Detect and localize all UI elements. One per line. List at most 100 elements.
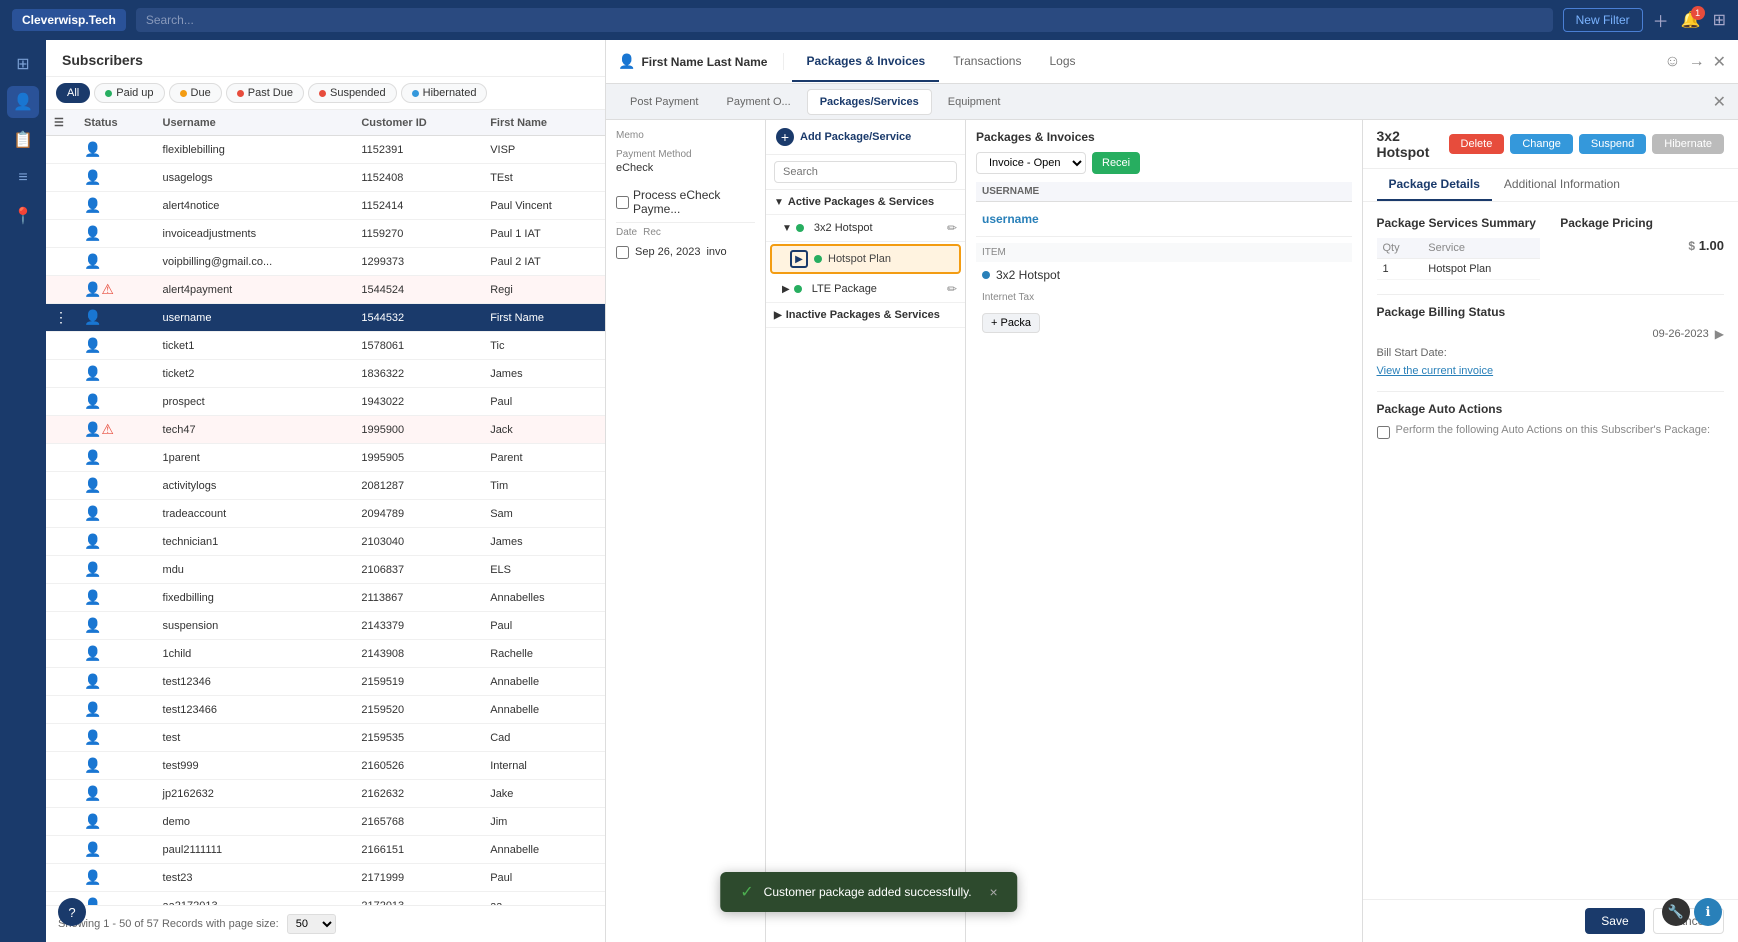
hotspot-edit-icon[interactable]: ✏ <box>947 221 957 235</box>
item-row: 3x2 Hotspot <box>976 262 1352 288</box>
table-row[interactable]: 👤fixedbilling2113867Annabelles <box>46 584 605 612</box>
filter-tab-all[interactable]: All <box>56 83 90 103</box>
grid-icon[interactable]: ⊞ <box>1713 10 1726 30</box>
subtab-payment-o[interactable]: Payment O... <box>714 90 802 114</box>
add-package-button[interactable]: + Add Package/Service <box>766 120 965 155</box>
toast-close-button[interactable]: × <box>990 884 998 900</box>
invoice-row-checkbox[interactable] <box>616 246 629 259</box>
help-button[interactable]: ? <box>58 898 86 926</box>
table-row[interactable]: 👤test123462159519Annabelle <box>46 668 605 696</box>
table-row[interactable]: 👤paul21111112166151Annabelle <box>46 836 605 864</box>
packages-tree: ▼ Active Packages & Services ▼ 3x2 Hotsp… <box>766 190 965 942</box>
tab-packages-invoices[interactable]: Packages & Invoices <box>792 42 939 82</box>
subtab-packages-services[interactable]: Packages/Services <box>807 89 932 115</box>
table-row[interactable]: 👤test2159535Cad <box>46 724 605 752</box>
table-row[interactable]: 👤1child2143908Rachelle <box>46 640 605 668</box>
table-row[interactable]: 👤mdu2106837ELS <box>46 556 605 584</box>
table-row[interactable]: 👤voipbilling@gmail.co...1299373Paul 2 IA… <box>46 248 605 276</box>
date-col: Date <box>616 227 637 238</box>
sidebar-icon-reports[interactable]: ≡ <box>7 162 39 194</box>
forward-icon[interactable]: → <box>1689 53 1705 71</box>
process-echeck-checkbox[interactable] <box>616 196 629 209</box>
tab-package-details[interactable]: Package Details <box>1377 169 1492 201</box>
hotspot-plan-item[interactable]: ▶ Hotspot Plan <box>770 244 961 274</box>
receive-button[interactable]: Recei <box>1092 152 1140 174</box>
summary-row: 1 Hotspot Plan <box>1377 259 1541 280</box>
view-invoice-link[interactable]: View the current invoice <box>1377 365 1494 377</box>
table-row[interactable]: 👤1parent1995905Parent <box>46 444 605 472</box>
wrench-button[interactable]: 🔧 <box>1662 898 1690 926</box>
packages-panel: + Add Package/Service ▼ Active Packages … <box>766 120 966 942</box>
new-filter-button[interactable]: New Filter <box>1563 8 1643 32</box>
hibernate-button[interactable]: Hibernate <box>1652 134 1724 154</box>
table-row[interactable]: 👤technician12103040James <box>46 528 605 556</box>
table-row[interactable]: 👤suspension2143379Paul <box>46 612 605 640</box>
table-row[interactable]: 👤test1234662159520Annabelle <box>46 696 605 724</box>
sidebar-icon-billing[interactable]: 📋 <box>7 124 39 156</box>
auto-actions-section: Package Auto Actions Perform the followi… <box>1377 391 1725 439</box>
table-row[interactable]: 👤test9992160526Internal <box>46 752 605 780</box>
table-row[interactable]: 👤alert4notice1152414Paul Vincent <box>46 192 605 220</box>
table-row[interactable]: 👤⚠alert4payment1544524Regi <box>46 276 605 304</box>
lte-chevron: ▶ <box>782 284 790 295</box>
table-row[interactable]: 👤ticket11578061Tic <box>46 332 605 360</box>
table-row[interactable]: 👤jp21626322162632Jake <box>46 780 605 808</box>
invoice-filter-dropdown[interactable]: Invoice - Open <box>976 152 1086 174</box>
filter-tab-past-due[interactable]: Past Due <box>226 83 304 103</box>
row-menu-icon[interactable]: ⋮ <box>54 309 68 325</box>
username-cell: mdu <box>155 556 354 584</box>
subtab-equipment[interactable]: Equipment <box>936 90 1013 114</box>
filter-tab-paid[interactable]: Paid up <box>94 83 164 103</box>
username-cell: test999 <box>155 752 354 780</box>
lte-edit-icon[interactable]: ✏ <box>947 282 957 296</box>
qty-col-header: Qty <box>1377 238 1423 259</box>
table-row[interactable]: 👤aa21720132172013aa <box>46 892 605 906</box>
filter-tab-due[interactable]: Due <box>169 83 222 103</box>
save-button[interactable]: Save <box>1585 908 1644 934</box>
lte-package-header[interactable]: ▶ LTE Package ✏ <box>766 276 965 303</box>
table-row[interactable]: ⋮👤username1544532First Name <box>46 304 605 332</box>
table-row[interactable]: 👤activitylogs2081287Tim <box>46 472 605 500</box>
col-customer-id: Customer ID <box>353 110 482 136</box>
add-package-small-button[interactable]: + Packa <box>982 313 1040 333</box>
filter-tab-suspended[interactable]: Suspended <box>308 83 397 103</box>
tab-additional-info[interactable]: Additional Information <box>1492 169 1632 201</box>
customer-id-cell: 2081287 <box>353 472 482 500</box>
package-details-header: 3x2 Hotspot Delete Change Suspend Hibern… <box>1363 120 1738 169</box>
tab-logs[interactable]: Logs <box>1035 42 1089 82</box>
hotspot-package-header[interactable]: ▼ 3x2 Hotspot ✏ <box>766 215 965 242</box>
auto-action-checkbox[interactable] <box>1377 426 1390 439</box>
package-search-input[interactable] <box>774 161 957 183</box>
first-name-cell: VISP <box>482 136 605 164</box>
table-row[interactable]: 👤test232171999Paul <box>46 864 605 892</box>
notification-icon[interactable]: 🔔 1 <box>1681 10 1701 30</box>
filter-tab-hibernated[interactable]: Hibernated <box>401 83 488 103</box>
tab-transactions[interactable]: Transactions <box>939 42 1035 82</box>
search-input[interactable] <box>136 8 1553 32</box>
page-size-select[interactable]: 50 100 25 <box>287 914 336 934</box>
table-row[interactable]: 👤prospect1943022Paul <box>46 388 605 416</box>
inactive-packages-section-header[interactable]: ▶ Inactive Packages & Services <box>766 303 965 328</box>
sidebar-icon-dashboard[interactable]: ⊞ <box>7 48 39 80</box>
table-row[interactable]: 👤⚠tech471995900Jack <box>46 416 605 444</box>
close-detail-icon[interactable]: ✕ <box>1713 52 1726 72</box>
table-row[interactable]: 👤demo2165768Jim <box>46 808 605 836</box>
subtab-post-payment[interactable]: Post Payment <box>618 90 710 114</box>
info-circle-button[interactable]: ℹ <box>1694 898 1722 926</box>
sidebar-icon-subscribers[interactable]: 👤 <box>7 86 39 118</box>
table-row[interactable]: 👤flexiblebilling1152391VISP <box>46 136 605 164</box>
table-row[interactable]: 👤usagelogs1152408TEst <box>46 164 605 192</box>
pkg-action-buttons: Delete Change Suspend Hibernate <box>1449 134 1724 154</box>
table-row[interactable]: 👤ticket21836322James <box>46 360 605 388</box>
add-icon[interactable]: ＋ <box>1653 8 1669 32</box>
active-packages-section-header[interactable]: ▼ Active Packages & Services <box>766 190 965 215</box>
invoice-desc: invo <box>706 246 726 259</box>
change-button[interactable]: Change <box>1510 134 1573 154</box>
delete-button[interactable]: Delete <box>1449 134 1505 154</box>
suspend-button[interactable]: Suspend <box>1579 134 1646 154</box>
smiley-icon[interactable]: ☺ <box>1664 53 1680 71</box>
table-row[interactable]: 👤tradeaccount2094789Sam <box>46 500 605 528</box>
table-row[interactable]: 👤invoiceadjustments1159270Paul 1 IAT <box>46 220 605 248</box>
sidebar-icon-map[interactable]: 📍 <box>7 200 39 232</box>
close-subtab-icon[interactable]: ✕ <box>1713 92 1726 112</box>
